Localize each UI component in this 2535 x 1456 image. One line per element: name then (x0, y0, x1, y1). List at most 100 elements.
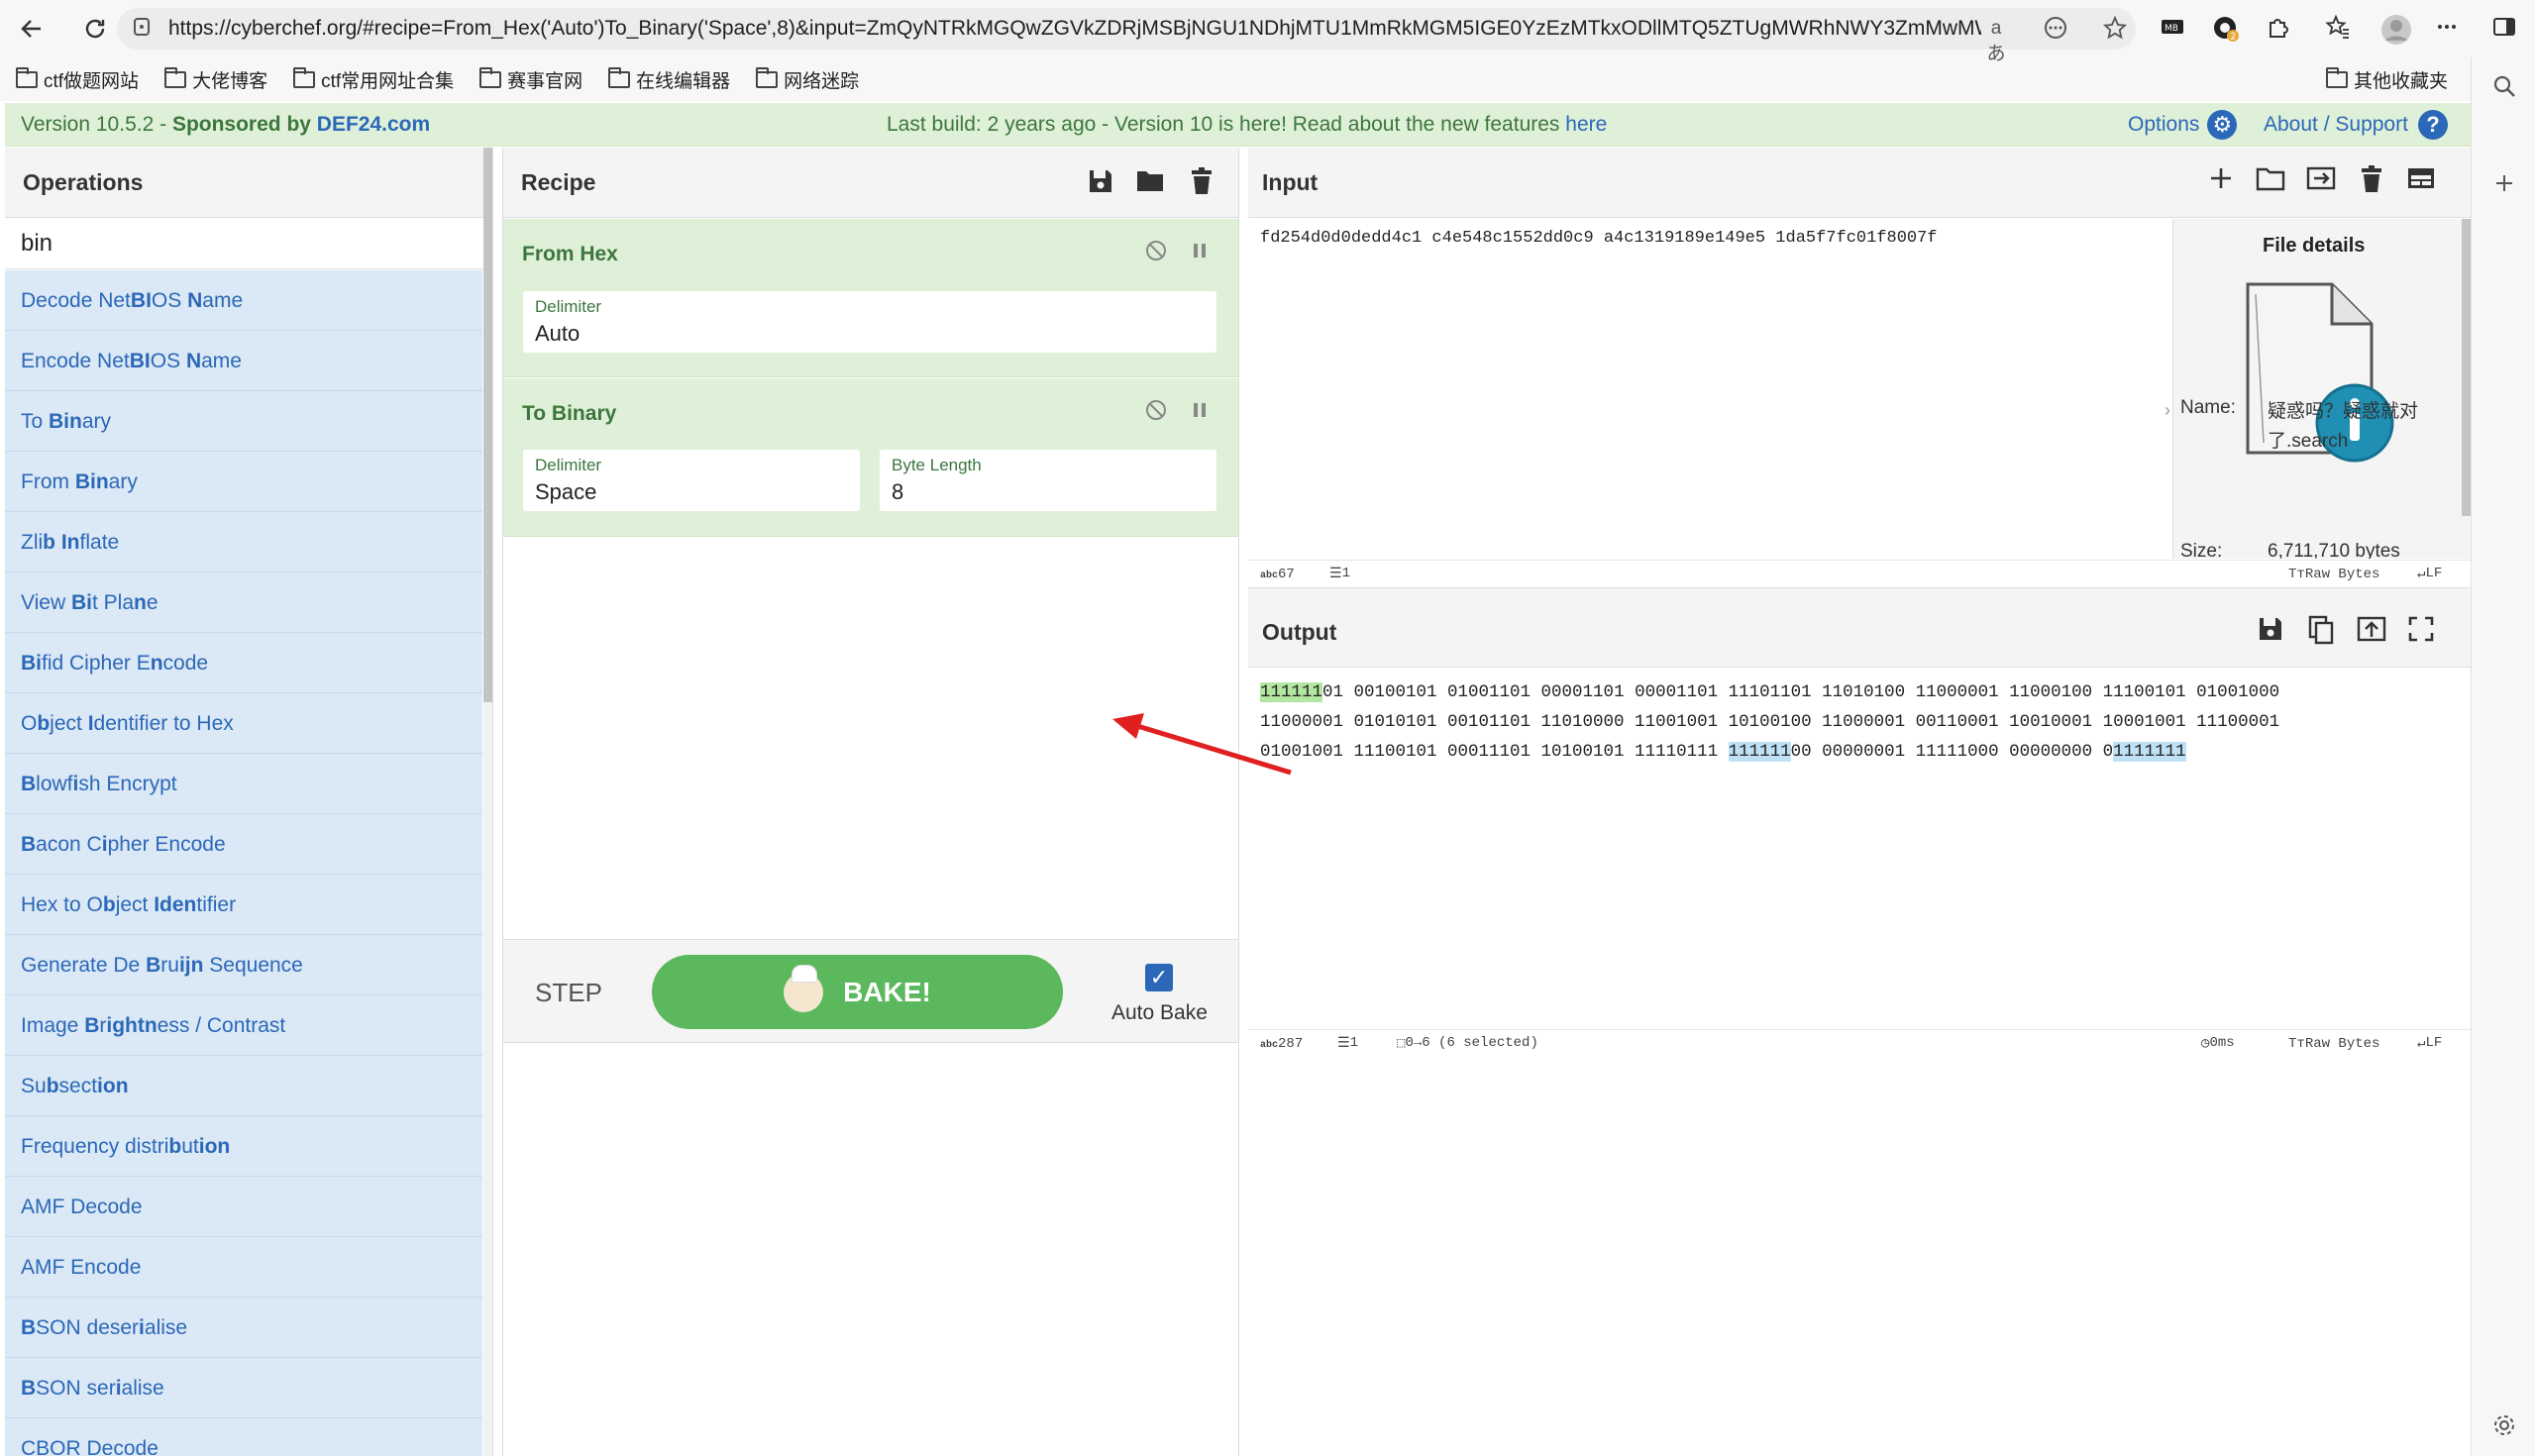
io-panel: Input fd254d0d0dedd4c1 c4e548c1552dd0c9 … (1248, 148, 2471, 1456)
output-charset-selector[interactable]: Tт Raw Bytes (2288, 1036, 2379, 1052)
about-support-button[interactable]: About / Support? (2264, 109, 2448, 140)
input-length-indicator: abc 67 (1260, 566, 1295, 582)
operation-item[interactable]: CBOR Decode (5, 1418, 482, 1456)
bookmark-folder[interactable]: ctf做题网站 (16, 66, 139, 93)
sidebar-toggle-icon[interactable] (2489, 14, 2519, 44)
reload-button[interactable] (73, 7, 117, 51)
clear-recipe-trash-icon[interactable] (1186, 167, 1217, 197)
recipe-panel: Recipe From Hex Delimiter Auto To Binary… (503, 148, 1238, 1456)
bookmark-folder[interactable]: 大佬博客 (164, 66, 267, 93)
operation-item[interactable]: Encode NetBIOS Name (5, 331, 482, 391)
byte-length-field[interactable]: Byte Length 8 (880, 450, 1216, 511)
operations-scrollbar-thumb[interactable] (483, 148, 492, 702)
search-icon[interactable] (2489, 73, 2519, 103)
operation-item[interactable]: BSON deserialise (5, 1298, 482, 1358)
operation-item[interactable]: Bifid Cipher Encode (5, 633, 482, 693)
operation-item[interactable]: To Binary (5, 391, 482, 452)
input-header: Input (1248, 148, 2471, 218)
step-button[interactable]: STEP (535, 978, 602, 1008)
chef-icon (784, 964, 824, 1012)
copy-output-icon[interactable] (2305, 615, 2337, 645)
url-text[interactable]: https://cyberchef.org/#recipe=From_Hex('… (168, 17, 1981, 41)
sidebar-settings-gear-icon[interactable] (2489, 1412, 2519, 1442)
bookmark-folder[interactable]: 在线编辑器 (608, 66, 730, 93)
favorite-star-icon[interactable] (2102, 15, 2128, 42)
output-line: 01001001 11100101 00011101 10100101 1111… (1260, 742, 2186, 762)
disable-op-icon[interactable] (1143, 398, 1169, 424)
delimiter-field[interactable]: Delimiter Auto (523, 291, 1216, 353)
replace-input-icon[interactable] (2356, 615, 2387, 645)
auto-bake-checkbox[interactable]: ✓ (1145, 964, 1173, 991)
bookmark-folder[interactable]: 赛事官网 (479, 66, 582, 93)
input-status-bar: abc 67 ☰ 1 Tт Raw Bytes ↵ LF (1248, 560, 2471, 587)
read-aloud-icon[interactable]: aあ (1983, 16, 2009, 64)
input-charset-selector[interactable]: Tт Raw Bytes (2288, 567, 2379, 582)
sponsor-link[interactable]: DEF24.com (317, 113, 430, 136)
clear-input-trash-icon[interactable] (2356, 165, 2387, 195)
reset-layout-icon[interactable] (2405, 165, 2437, 195)
delimiter-field[interactable]: Delimiter Space (523, 450, 860, 511)
features-link[interactable]: here (1565, 113, 1607, 136)
more-icon[interactable] (2043, 16, 2068, 42)
operation-item[interactable]: From Binary (5, 452, 482, 512)
operation-item[interactable]: AMF Encode (5, 1237, 482, 1298)
operation-item[interactable]: Frequency distribution (5, 1116, 482, 1177)
open-file-folder-icon[interactable] (2255, 165, 2286, 195)
operation-item[interactable]: Zlib Inflate (5, 512, 482, 572)
site-info-icon[interactable] (129, 16, 155, 42)
profile-avatar[interactable] (2380, 14, 2411, 45)
collapse-details-chevron-icon[interactable]: › (2165, 400, 2170, 421)
bookmark-folder[interactable]: 网络迷踪 (756, 66, 859, 93)
operation-item[interactable]: Object Identifier to Hex (5, 693, 482, 754)
io-divider[interactable] (1248, 587, 2471, 597)
operation-item[interactable]: View Bit Plane (5, 572, 482, 633)
media-icon[interactable]: MB (2158, 14, 2187, 44)
add-tab-plus-icon[interactable] (2205, 165, 2237, 195)
extensions-icon[interactable] (2264, 14, 2293, 44)
help-icon: ? (2417, 109, 2448, 140)
maximise-output-icon[interactable] (2405, 615, 2437, 645)
file-details-scrollbar[interactable] (2462, 219, 2471, 516)
breakpoint-pause-icon[interactable] (1187, 398, 1213, 424)
operation-item[interactable]: Bacon Cipher Encode (5, 814, 482, 875)
add-icon[interactable] (2489, 170, 2519, 200)
settings-more-icon[interactable] (2432, 14, 2462, 44)
input-eol-selector[interactable]: ↵ LF (2417, 566, 2442, 582)
output-eol-selector[interactable]: ↵ LF (2417, 1035, 2442, 1052)
save-recipe-icon[interactable] (1085, 167, 1116, 197)
save-output-icon[interactable] (2255, 615, 2286, 645)
bake-controls: STEP BAKE! ✓ Auto Bake (503, 939, 1238, 1043)
options-button[interactable]: Options ⚙ (2128, 109, 2238, 140)
bookmark-folder[interactable]: ctf常用网址合集 (293, 66, 454, 93)
operation-item[interactable]: Blowfish Encrypt (5, 754, 482, 814)
operation-item[interactable]: Hex to Object Identifier (5, 875, 482, 935)
input-textarea[interactable]: fd254d0d0dedd4c1 c4e548c1552dd0c9 a4c131… (1260, 229, 1938, 248)
disable-op-icon[interactable] (1143, 239, 1169, 264)
copilot-icon[interactable]: 2 (2211, 14, 2241, 44)
operation-item[interactable]: Generate De Bruijn Sequence (5, 935, 482, 995)
cyberchef-app: Version 10.5.2 - Sponsored by DEF24.com … (5, 103, 2471, 1456)
operation-item[interactable]: Subsection (5, 1056, 482, 1116)
operation-item[interactable]: Image Brightness / Contrast (5, 995, 482, 1056)
open-folder-input-icon[interactable] (2305, 165, 2337, 195)
bake-button[interactable]: BAKE! (652, 955, 1063, 1029)
load-recipe-folder-icon[interactable] (1134, 167, 1166, 197)
address-bar[interactable]: https://cyberchef.org/#recipe=From_Hex('… (117, 8, 2136, 64)
operation-item[interactable]: AMF Decode (5, 1177, 482, 1237)
favorites-icon[interactable] (2323, 14, 2353, 44)
recipe-op-from-hex[interactable]: From Hex Delimiter Auto (503, 219, 1238, 377)
recipe-op-to-binary[interactable]: To Binary Delimiter Space Byte Length 8 (503, 378, 1238, 537)
panel-resizer[interactable] (493, 148, 503, 1456)
file-details-title: File details (2263, 235, 2366, 257)
panel-resizer[interactable] (1238, 148, 1248, 1456)
folder-icon (756, 66, 779, 88)
output-length-indicator: abc 287 (1260, 1035, 1304, 1052)
back-button[interactable] (10, 7, 53, 51)
output-textarea[interactable]: 11111101 00100101 01001101 00001101 0000… (1260, 677, 2279, 767)
operation-item[interactable]: BSON serialise (5, 1358, 482, 1418)
other-bookmarks-folder[interactable]: 其他收藏夹 (2326, 66, 2448, 93)
breakpoint-pause-icon[interactable] (1187, 239, 1213, 264)
output-selection-indicator: ⬚ 0→6 (6 selected) (1397, 1035, 1538, 1052)
operations-search-input[interactable]: bin (5, 218, 485, 269)
operation-item[interactable]: Decode NetBIOS Name (5, 270, 482, 331)
